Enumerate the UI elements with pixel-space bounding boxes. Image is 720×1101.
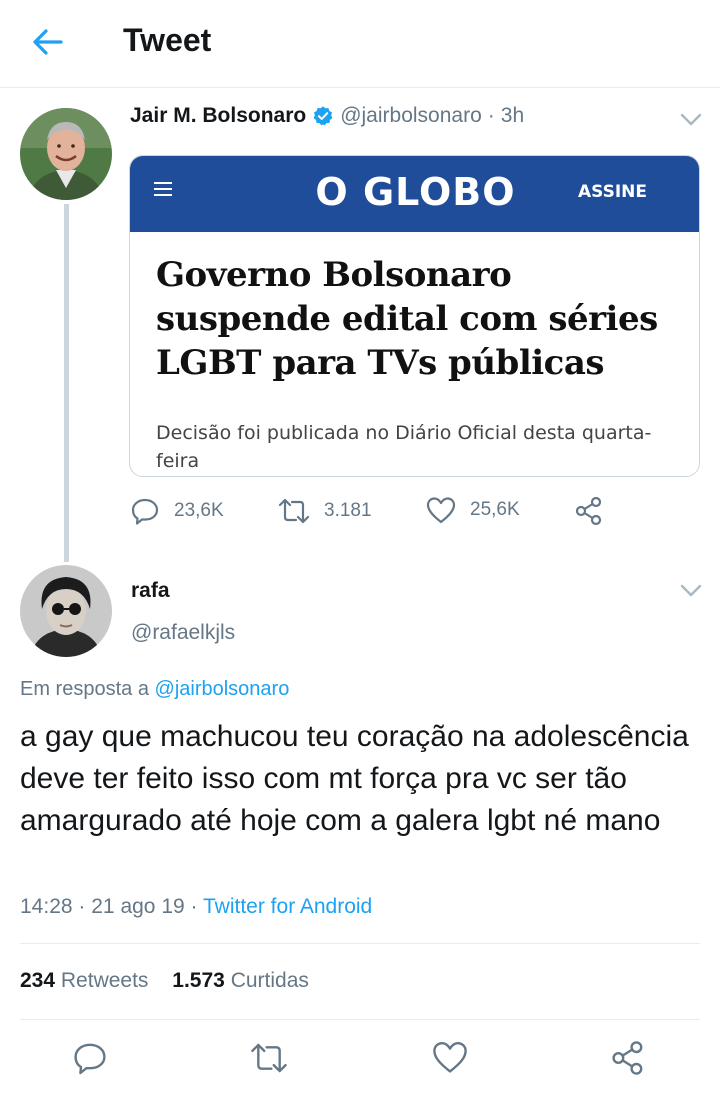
tweet1-time: 3h <box>500 104 525 127</box>
like-button[interactable]: 25,6K <box>426 496 520 524</box>
oglobo-header-band: O GLOBO ASSINE <box>130 156 699 232</box>
divider <box>20 1019 700 1020</box>
reply-context: Em resposta a @jairbolsonaro <box>20 678 289 701</box>
tweet2-action-bar <box>0 1040 720 1084</box>
share-button[interactable] <box>574 496 618 526</box>
like-count: 25,6K <box>470 499 520 520</box>
retweet-button[interactable]: 3.181 <box>278 496 372 526</box>
retweet-icon[interactable] <box>250 1040 288 1076</box>
tweet1-action-bar: 23,6K 3.181 25,6K <box>130 496 610 528</box>
tweet2-source-link[interactable]: Twitter for Android <box>203 895 372 918</box>
engagement-stats: 234 Retweets 1.573 Curtidas <box>20 969 309 993</box>
tweet1-author-name[interactable]: Jair M. Bolsonaro <box>130 104 306 128</box>
verified-badge-icon <box>313 106 333 126</box>
separator-dot: · <box>78 895 86 918</box>
retweets-label: Retweets <box>60 969 149 992</box>
retweets-count: 234 <box>20 969 56 992</box>
avatar-rafa[interactable] <box>20 565 112 657</box>
share-icon[interactable] <box>610 1040 646 1076</box>
tweet2-menu-chevron-down-icon[interactable] <box>680 584 702 598</box>
article-headline: Governo Bolsonaro suspende edital com sé… <box>156 255 658 383</box>
avatar-jair-bolsonaro[interactable] <box>20 108 112 200</box>
reply-count: 23,6K <box>174 500 224 521</box>
divider <box>20 943 700 944</box>
thread-connector-line <box>64 204 69 562</box>
separator-dot: · <box>190 895 198 918</box>
tweet2-text: a gay que machucou teu coração na adoles… <box>20 720 706 837</box>
tweet2-time: 14:28 <box>20 895 73 918</box>
retweets-stat[interactable]: 234 Retweets <box>20 969 154 992</box>
share-icon <box>575 496 602 526</box>
reply-prefix: Em resposta a <box>20 678 149 700</box>
reply-to-link[interactable]: @jairbolsonaro <box>155 678 290 700</box>
tweet1-menu-chevron-down-icon[interactable] <box>680 113 702 127</box>
reply-button[interactable]: 23,6K <box>130 496 224 526</box>
tweet1-handle[interactable]: @jairbolsonaro <box>340 104 482 128</box>
retweet-icon <box>278 498 310 524</box>
retweet-count: 3.181 <box>324 500 372 521</box>
reply-icon[interactable] <box>72 1040 108 1076</box>
page-title: Tweet <box>123 22 212 58</box>
tweet2-handle[interactable]: @rafaelkjls <box>131 621 235 645</box>
heart-icon[interactable] <box>432 1040 468 1074</box>
top-bar: Tweet <box>0 0 720 88</box>
tweet1-image-card[interactable]: O GLOBO ASSINE Governo Bolsonaro suspend… <box>129 155 700 477</box>
tweet2-date: 21 ago 19 <box>91 895 185 918</box>
tweet2-metadata: 14:28 · 21 ago 19 · Twitter for Android <box>20 895 372 919</box>
assine-label: ASSINE <box>577 182 647 202</box>
likes-stat[interactable]: 1.573 Curtidas <box>172 969 309 992</box>
likes-label: Curtidas <box>230 969 309 992</box>
reply-icon <box>131 498 159 525</box>
arrow-left-icon <box>33 29 63 55</box>
separator-dot: · <box>487 104 495 127</box>
heart-icon <box>426 497 456 524</box>
likes-count: 1.573 <box>172 969 225 992</box>
back-button[interactable] <box>30 24 66 60</box>
tweet2-author-name[interactable]: rafa <box>131 579 170 603</box>
article-subtitle: Decisão foi publicada no Diário Oficial … <box>156 422 652 472</box>
tweet1-header: Jair M. Bolsonaro @jairbolsonaro · 3h <box>130 104 524 128</box>
